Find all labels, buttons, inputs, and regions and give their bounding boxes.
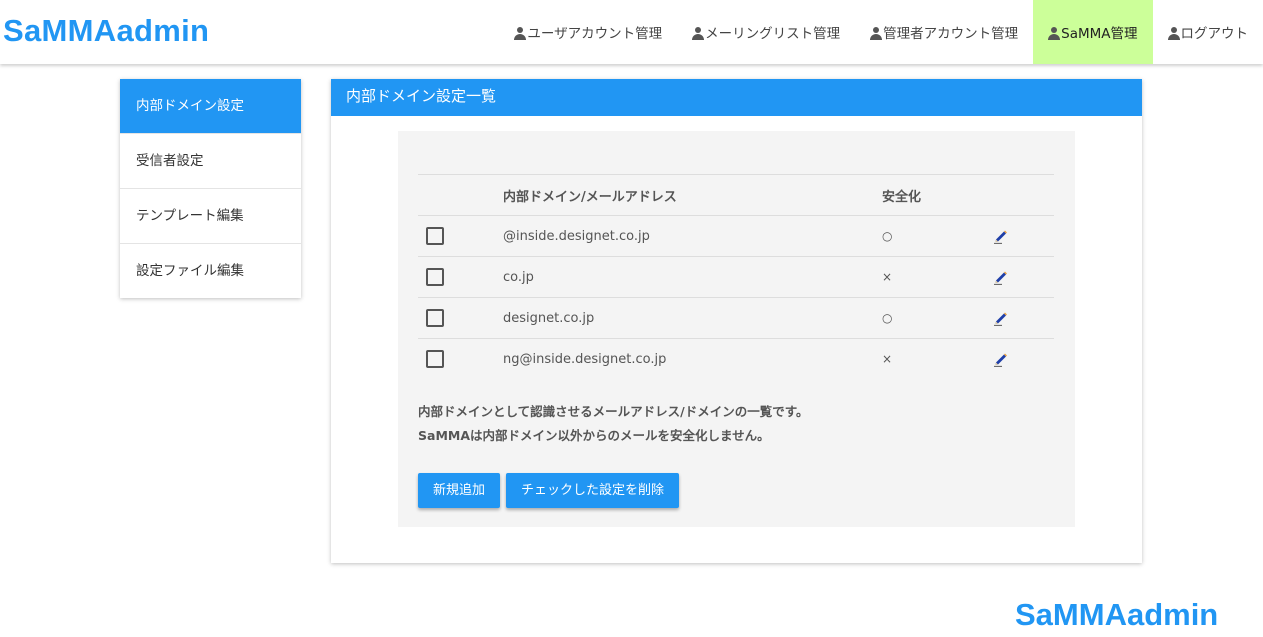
user-icon	[1167, 26, 1180, 40]
address-cell: @inside.designet.co.jp	[503, 215, 882, 257]
panel-title: 内部ドメイン設定一覧	[331, 79, 1142, 116]
footer-logo: SaMMAadmin	[1015, 597, 1219, 632]
nav-label: ユーザアカウント管理	[527, 26, 663, 42]
table-row: ng@inside.designet.co.jp ×	[418, 339, 1054, 380]
description-text: 内部ドメインとして認識させるメールアドレス/ドメインの一覧です。 SaMMAは内…	[418, 400, 808, 448]
nav-mailing-lists[interactable]: メーリングリスト管理	[677, 0, 855, 64]
secure-cell: ○	[882, 297, 993, 339]
column-header-secure: 安全化	[882, 174, 993, 216]
row-checkbox[interactable]	[426, 350, 444, 368]
pencil-icon[interactable]	[993, 269, 1009, 285]
main-panel: 内部ドメイン設定一覧 内部ドメイン/メールアドレス 安全化 @inside.de…	[331, 79, 1142, 563]
pencil-icon[interactable]	[993, 228, 1009, 244]
add-button[interactable]: 新規追加	[418, 473, 501, 508]
pencil-icon[interactable]	[993, 310, 1009, 326]
nav-label: ログアウト	[1180, 26, 1249, 42]
user-icon	[870, 26, 883, 40]
table-row: co.jp ×	[418, 256, 1054, 298]
nav-samma-admin[interactable]: SaMMA管理	[1033, 0, 1153, 64]
address-cell: designet.co.jp	[503, 297, 882, 339]
sidebar-menu: 内部ドメイン設定 受信者設定 テンプレート編集 設定ファイル編集	[120, 79, 301, 298]
sidebar-item-config-file-edit[interactable]: 設定ファイル編集	[120, 244, 301, 298]
main-nav: ユーザアカウント管理 メーリングリスト管理 管理者アカウント管理 SaMMA管理…	[499, 0, 1263, 64]
user-icon	[692, 26, 705, 40]
nav-label: メーリングリスト管理	[705, 26, 841, 42]
table-row: designet.co.jp ○	[418, 297, 1054, 339]
delete-checked-button[interactable]: チェックした設定を削除	[506, 473, 680, 508]
nav-label: 管理者アカウント管理	[883, 26, 1019, 42]
sidebar-item-template-edit[interactable]: テンプレート編集	[120, 189, 301, 244]
app-logo[interactable]: SaMMAadmin	[3, 13, 209, 49]
secure-cell: ○	[882, 215, 993, 257]
sidebar-item-recipient-settings[interactable]: 受信者設定	[120, 134, 301, 189]
column-header-edit	[993, 174, 1054, 216]
description-line: 内部ドメインとして認識させるメールアドレス/ドメインの一覧です。	[418, 404, 809, 419]
description-line: SaMMAは内部ドメイン以外からのメールを安全化しません。	[418, 428, 770, 443]
row-checkbox[interactable]	[426, 227, 444, 245]
secure-cell: ×	[882, 352, 893, 366]
table-header-row: 内部ドメイン/メールアドレス 安全化	[418, 174, 1054, 216]
panel-body: 内部ドメイン/メールアドレス 安全化 @inside.designet.co.j…	[398, 131, 1075, 527]
pencil-icon[interactable]	[993, 351, 1009, 367]
sidebar-item-internal-domain[interactable]: 内部ドメイン設定	[120, 79, 301, 134]
column-header-select	[418, 174, 503, 216]
top-navbar: SaMMAadmin ユーザアカウント管理 メーリングリスト管理 管理者アカウン…	[0, 0, 1263, 64]
table-row: @inside.designet.co.jp ○	[418, 215, 1054, 257]
user-icon	[514, 26, 527, 40]
nav-logout[interactable]: ログアウト	[1153, 0, 1263, 64]
column-header-address: 内部ドメイン/メールアドレス	[503, 174, 882, 216]
nav-label: SaMMA管理	[1061, 26, 1138, 42]
nav-admin-accounts[interactable]: 管理者アカウント管理	[855, 0, 1033, 64]
row-checkbox[interactable]	[426, 309, 444, 327]
secure-cell: ×	[882, 256, 993, 298]
address-cell: co.jp	[503, 256, 882, 298]
domain-table: 内部ドメイン/メールアドレス 安全化 @inside.designet.co.j…	[418, 174, 1054, 379]
user-icon	[1048, 26, 1061, 40]
nav-user-accounts[interactable]: ユーザアカウント管理	[499, 0, 677, 64]
row-checkbox[interactable]	[426, 268, 444, 286]
address-cell: ng@inside.designet.co.jp	[503, 351, 667, 367]
